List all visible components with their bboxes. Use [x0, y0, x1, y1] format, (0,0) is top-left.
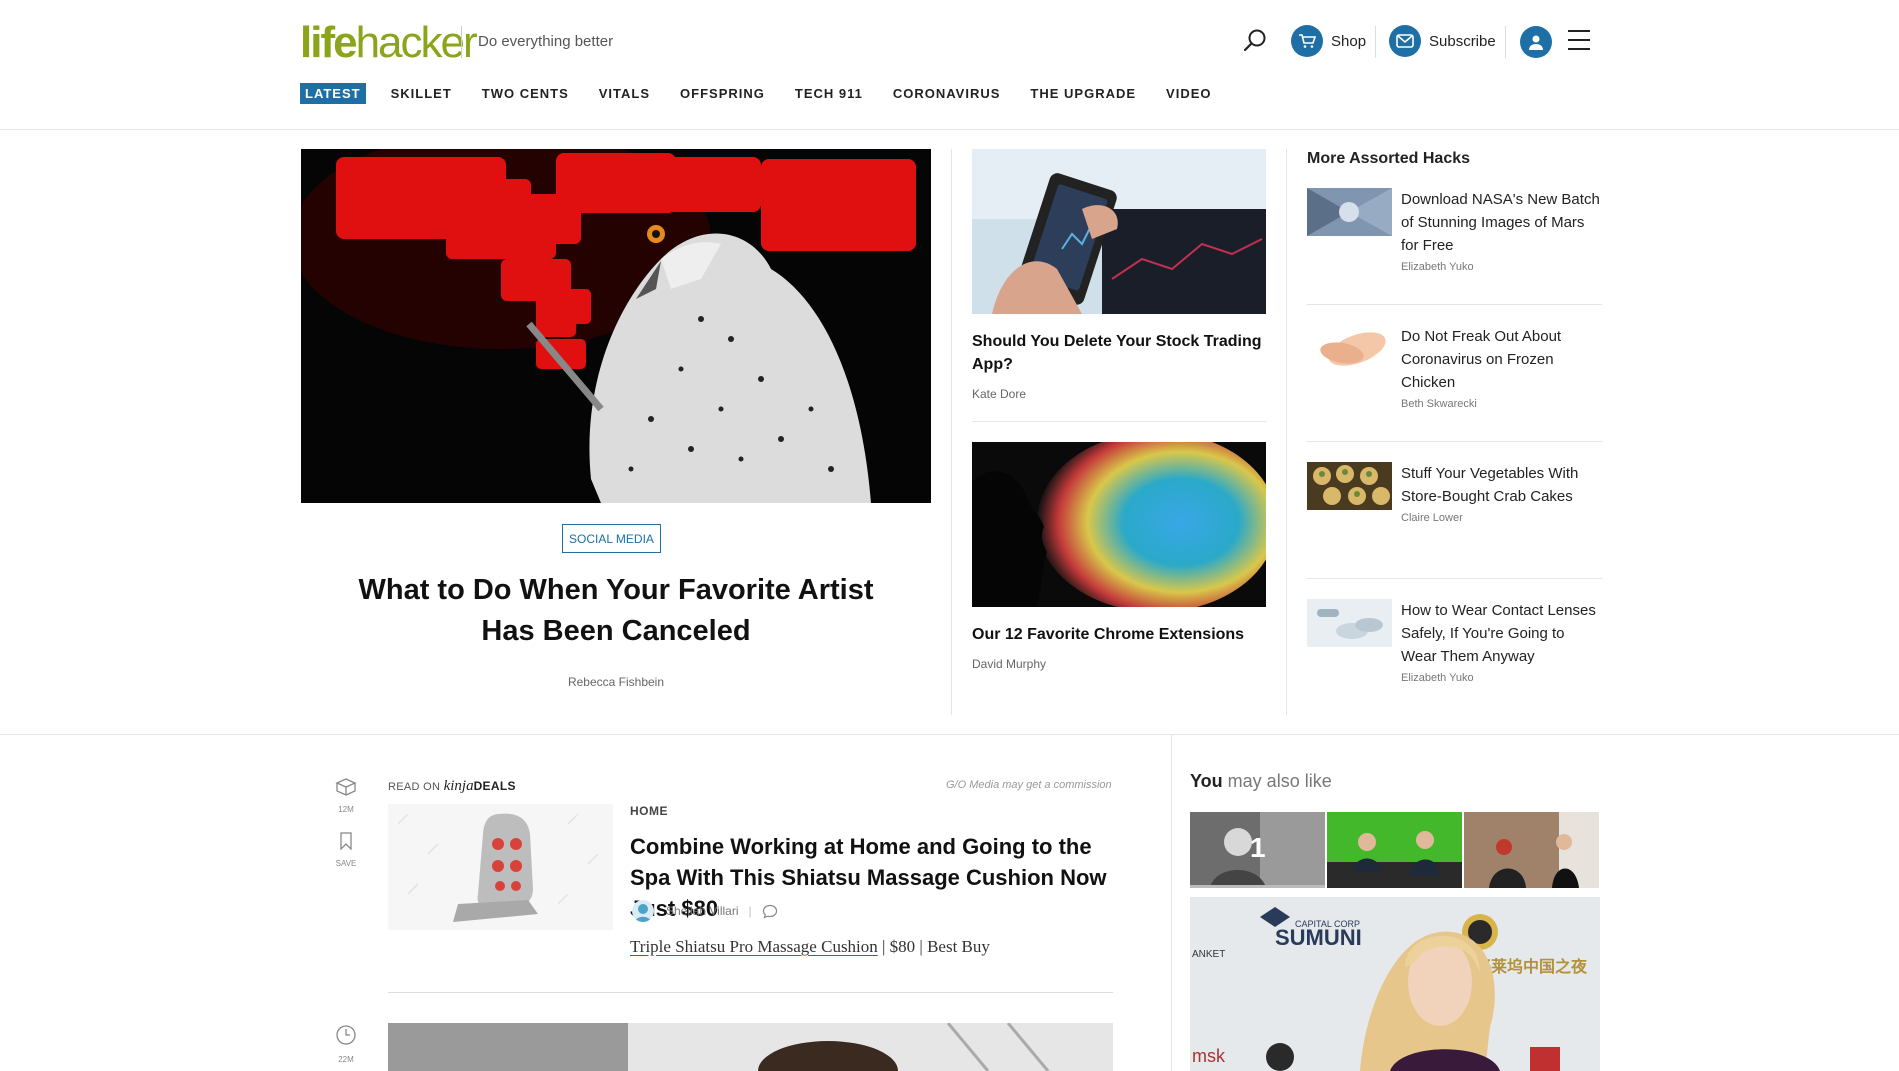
article-author[interactable]: Kate Dore: [972, 387, 1266, 401]
hack-author[interactable]: Beth Skwarecki: [1401, 398, 1477, 410]
user-icon: [1520, 26, 1552, 58]
hack-author[interactable]: Claire Lower: [1401, 512, 1463, 524]
divider: [1307, 441, 1602, 442]
nav-video[interactable]: VIDEO: [1161, 83, 1216, 104]
product-price: | $80 | Best Buy: [882, 937, 990, 956]
nav-offspring[interactable]: OFFSPRING: [675, 83, 770, 104]
article-author[interactable]: David Murphy: [972, 657, 1266, 671]
hero-category-tag[interactable]: SOCIAL MEDIA: [562, 524, 661, 553]
comment-icon[interactable]: [762, 904, 778, 919]
cart-icon: [1291, 25, 1323, 57]
search-button[interactable]: [1240, 26, 1270, 56]
hack-thumbnail[interactable]: [1307, 599, 1392, 647]
deal-author[interactable]: Sheilah Villari: [666, 904, 739, 918]
hamburger-menu-icon[interactable]: [1568, 30, 1590, 52]
hero-author[interactable]: Rebecca Fishbein: [330, 675, 902, 689]
hack-title[interactable]: Download NASA's New Batch of Stunning Im…: [1401, 188, 1601, 257]
read-on-kinja-deals[interactable]: READ ON kinjaDEALS: [388, 778, 516, 795]
nav-two-cents[interactable]: TWO CENTS: [477, 83, 574, 104]
commission-note: G/O Media may get a commission: [946, 779, 1112, 791]
bookmark-icon: [340, 832, 352, 851]
product-line: Triple Shiatsu Pro Massage Cushion | $80…: [630, 937, 990, 957]
hack-title[interactable]: How to Wear Contact Lenses Safely, If Yo…: [1401, 599, 1601, 668]
article-title[interactable]: Our 12 Favorite Chrome Extensions: [972, 623, 1266, 646]
time-ago: 12M: [338, 805, 354, 814]
site-tagline: Do everything better: [478, 33, 614, 50]
timestamp: 22M: [334, 1024, 358, 1064]
thumbnail-number: 1: [1250, 832, 1266, 863]
divider: [972, 421, 1266, 422]
site-logo[interactable]: lifehacker: [300, 18, 478, 68]
byline-separator: |: [748, 904, 752, 918]
logo-divider: [461, 26, 462, 58]
save-button[interactable]: SAVE: [334, 832, 358, 868]
article-image[interactable]: [388, 1023, 1113, 1071]
hero-headline[interactable]: What to Do When Your Favorite Artist Has…: [330, 570, 902, 652]
divider: [1307, 578, 1602, 579]
product-link[interactable]: Triple Shiatsu Pro Massage Cushion: [630, 937, 878, 956]
section-divider: [0, 734, 1899, 735]
deal-image[interactable]: [388, 804, 613, 930]
nav-vitals[interactable]: VITALS: [594, 83, 655, 104]
hero-image[interactable]: [301, 149, 931, 503]
nav-skillet[interactable]: SKILLET: [386, 83, 457, 104]
nav-the-upgrade[interactable]: THE UPGRADE: [1025, 83, 1141, 104]
hack-thumbnail[interactable]: [1307, 325, 1392, 373]
clock-icon: [336, 1025, 356, 1045]
article-image[interactable]: [972, 442, 1266, 607]
mail-icon: [1389, 25, 1421, 57]
you-may-also-like-heading: You may also like: [1190, 771, 1332, 791]
save-label: SAVE: [335, 859, 357, 868]
svg-text:ANKET: ANKET: [1192, 949, 1225, 960]
video-thumbnail[interactable]: [1327, 812, 1462, 888]
subscribe-label: Subscribe: [1429, 32, 1496, 50]
video-thumbnails: 1: [1190, 812, 1601, 888]
column-divider: [951, 149, 952, 715]
hack-author[interactable]: Elizabeth Yuko: [1401, 672, 1474, 684]
svg-text:CAPITAL CORP: CAPITAL CORP: [1295, 919, 1360, 929]
section-nav: LATEST SKILLET TWO CENTS VITALS OFFSPRIN…: [300, 83, 1237, 104]
hack-thumbnail[interactable]: [1307, 188, 1392, 236]
header-separator: [1505, 26, 1506, 58]
hack-title[interactable]: Stuff Your Vegetables With Store-Bought …: [1401, 462, 1601, 508]
more-hacks-heading: More Assorted Hacks: [1307, 150, 1471, 167]
nav-coronavirus[interactable]: CORONAVIRUS: [888, 83, 1006, 104]
article-card[interactable]: Our 12 Favorite Chrome Extensions David …: [972, 442, 1266, 671]
timestamp: 12M: [334, 778, 358, 814]
feed-divider: [388, 992, 1113, 993]
site-header: lifehacker Do everything better Shop Sub…: [0, 0, 1899, 130]
hack-thumbnail[interactable]: [1307, 462, 1392, 510]
column-divider: [1286, 149, 1287, 715]
featured-video-image[interactable]: SUMUNI CAPITAL CORP 好莱坞中国之夜 ANKET msk: [1190, 897, 1600, 1071]
svg-text:msk: msk: [1192, 1046, 1226, 1066]
account-button[interactable]: [1520, 26, 1552, 58]
hack-author[interactable]: Elizabeth Yuko: [1401, 261, 1474, 273]
header-separator: [1375, 26, 1376, 58]
box-icon: [335, 778, 357, 796]
time-ago: 22M: [338, 1055, 354, 1064]
article-card[interactable]: Should You Delete Your Stock Trading App…: [972, 149, 1266, 401]
subscribe-button[interactable]: Subscribe: [1389, 24, 1496, 58]
nav-tech-911[interactable]: TECH 911: [790, 83, 868, 104]
hack-title[interactable]: Do Not Freak Out About Coronavirus on Fr…: [1401, 325, 1601, 394]
deal-byline: Sheilah Villari |: [632, 900, 778, 922]
divider: [1307, 304, 1602, 305]
article-image[interactable]: [972, 149, 1266, 314]
article-title[interactable]: Should You Delete Your Stock Trading App…: [972, 330, 1266, 376]
video-thumbnail[interactable]: [1464, 812, 1599, 888]
nav-latest[interactable]: LATEST: [300, 83, 366, 104]
shop-label: Shop: [1331, 32, 1367, 50]
search-icon: [1243, 29, 1266, 52]
video-thumbnail[interactable]: 1: [1190, 812, 1325, 888]
deal-category[interactable]: HOME: [630, 804, 668, 818]
author-avatar[interactable]: [632, 900, 654, 922]
shop-button[interactable]: Shop: [1291, 24, 1366, 58]
column-divider: [1171, 734, 1172, 1071]
